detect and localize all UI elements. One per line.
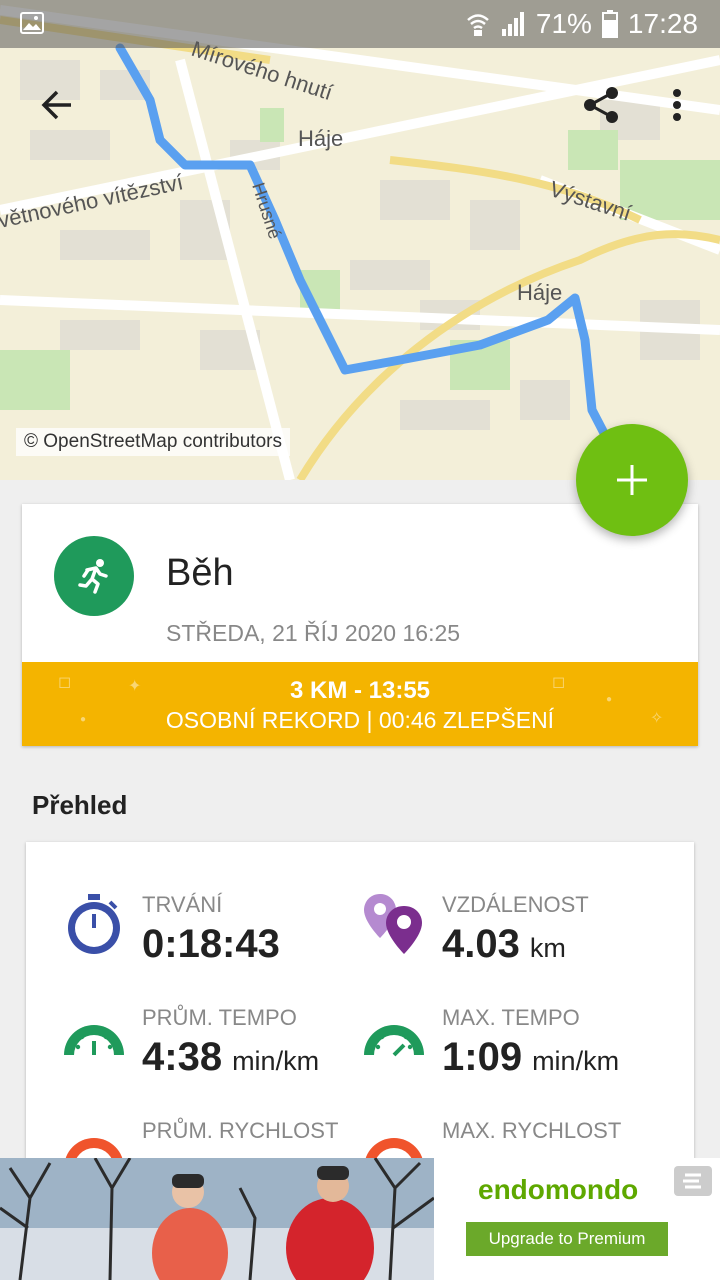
stat-label: MAX. RYCHLOST [442, 1118, 622, 1143]
stat-number: 4.03 [442, 922, 520, 966]
battery-percent: 71% [535, 8, 592, 39]
stat-value: 4.03 km [442, 922, 566, 967]
speedometer-icon [364, 1025, 424, 1057]
stat-value: 1:09 min/km [442, 1035, 619, 1080]
stat-max-pace: MAX. TEMPO 1:09 min/km [362, 1005, 682, 1105]
personal-record-banner[interactable]: ◻ ✦ ● ◻ ✧ ● 3 KM - 13:55 OSOBNÍ REKORD |… [22, 662, 698, 746]
stat-label: VZDÁLENOST [442, 892, 589, 917]
stat-label: TRVÁNÍ [142, 892, 223, 917]
stat-number: 1:09 [442, 1035, 523, 1079]
stat-unit: km [529, 933, 566, 963]
speedometer-icon [64, 1025, 124, 1055]
stat-unit: min/km [532, 1046, 620, 1076]
stat-value: 0:18:43 [142, 922, 290, 967]
stat-label: PRŮM. RYCHLOST [142, 1118, 339, 1143]
stat-number: 0:18:43 [142, 922, 280, 966]
upgrade-premium-button[interactable]: Upgrade to Premium [466, 1222, 668, 1256]
ad-close-badge[interactable] [674, 1166, 712, 1196]
wifi-icon [467, 14, 489, 36]
share-button[interactable] [578, 82, 624, 128]
arrow-left-icon [41, 90, 71, 120]
ad-badge-icon [683, 1173, 701, 1189]
gallery-notification-icon [20, 12, 44, 34]
battery-icon [601, 10, 618, 38]
map-background: Mírového hnutí Háje větnového vítězství … [0, 0, 720, 480]
stat-avg-pace: PRŮM. TEMPO 4:38 min/km [62, 1005, 382, 1105]
map-label-haje-2: Háje [517, 280, 562, 305]
clock: 17:28 [627, 8, 698, 39]
more-vert-icon [673, 89, 681, 121]
endomondo-logo: endomondo [478, 1174, 639, 1205]
activity-date: STŘEDA, 21 ŘÍJ 2020 16:25 [166, 620, 461, 646]
route-map[interactable]: Mírového hnutí Háje větnového vítězství … [0, 0, 720, 480]
stat-number: 4:38 [142, 1035, 223, 1079]
running-icon [78, 559, 108, 594]
more-options-button[interactable] [654, 82, 700, 128]
status-bar: 71% 17:28 [0, 0, 720, 48]
back-button[interactable] [34, 82, 80, 128]
activity-type-badge [54, 536, 134, 616]
map-attribution[interactable]: © OpenStreetMap contributors [16, 428, 290, 456]
activity-title: Běh [166, 552, 234, 594]
overview-heading: Přehled [32, 790, 128, 820]
stat-value: 4:38 min/km [142, 1035, 319, 1080]
record-distance-time: 3 KM - 13:55 [289, 677, 431, 704]
stopwatch-icon [68, 894, 120, 954]
stat-label: MAX. TEMPO [442, 1005, 580, 1030]
ad-banner[interactable]: endomondo Upgrade to Premium [0, 1158, 720, 1280]
map-label-haje: Háje [298, 126, 343, 151]
add-fab-button[interactable] [576, 424, 688, 536]
stat-unit: min/km [232, 1046, 320, 1076]
overview-card: TRVÁNÍ 0:18:43 VZDÁLENOST 4.03 km PRŮM. T… [26, 842, 694, 1172]
stat-distance: VZDÁLENOST 4.03 km [362, 892, 682, 992]
plus-icon [617, 465, 647, 495]
record-improvement: OSOBNÍ REKORD | 00:46 ZLEPŠENÍ [165, 707, 555, 733]
activity-card: Běh STŘEDA, 21 ŘÍJ 2020 16:25 ◻ ✦ ● ◻ ✧ … [22, 504, 698, 746]
ad-photo [0, 1158, 434, 1280]
stat-label: PRŮM. TEMPO [142, 1005, 297, 1030]
map-pins-icon [364, 894, 422, 954]
share-icon [584, 87, 618, 123]
signal-icon [501, 12, 524, 36]
stat-duration: TRVÁNÍ 0:18:43 [62, 892, 382, 992]
